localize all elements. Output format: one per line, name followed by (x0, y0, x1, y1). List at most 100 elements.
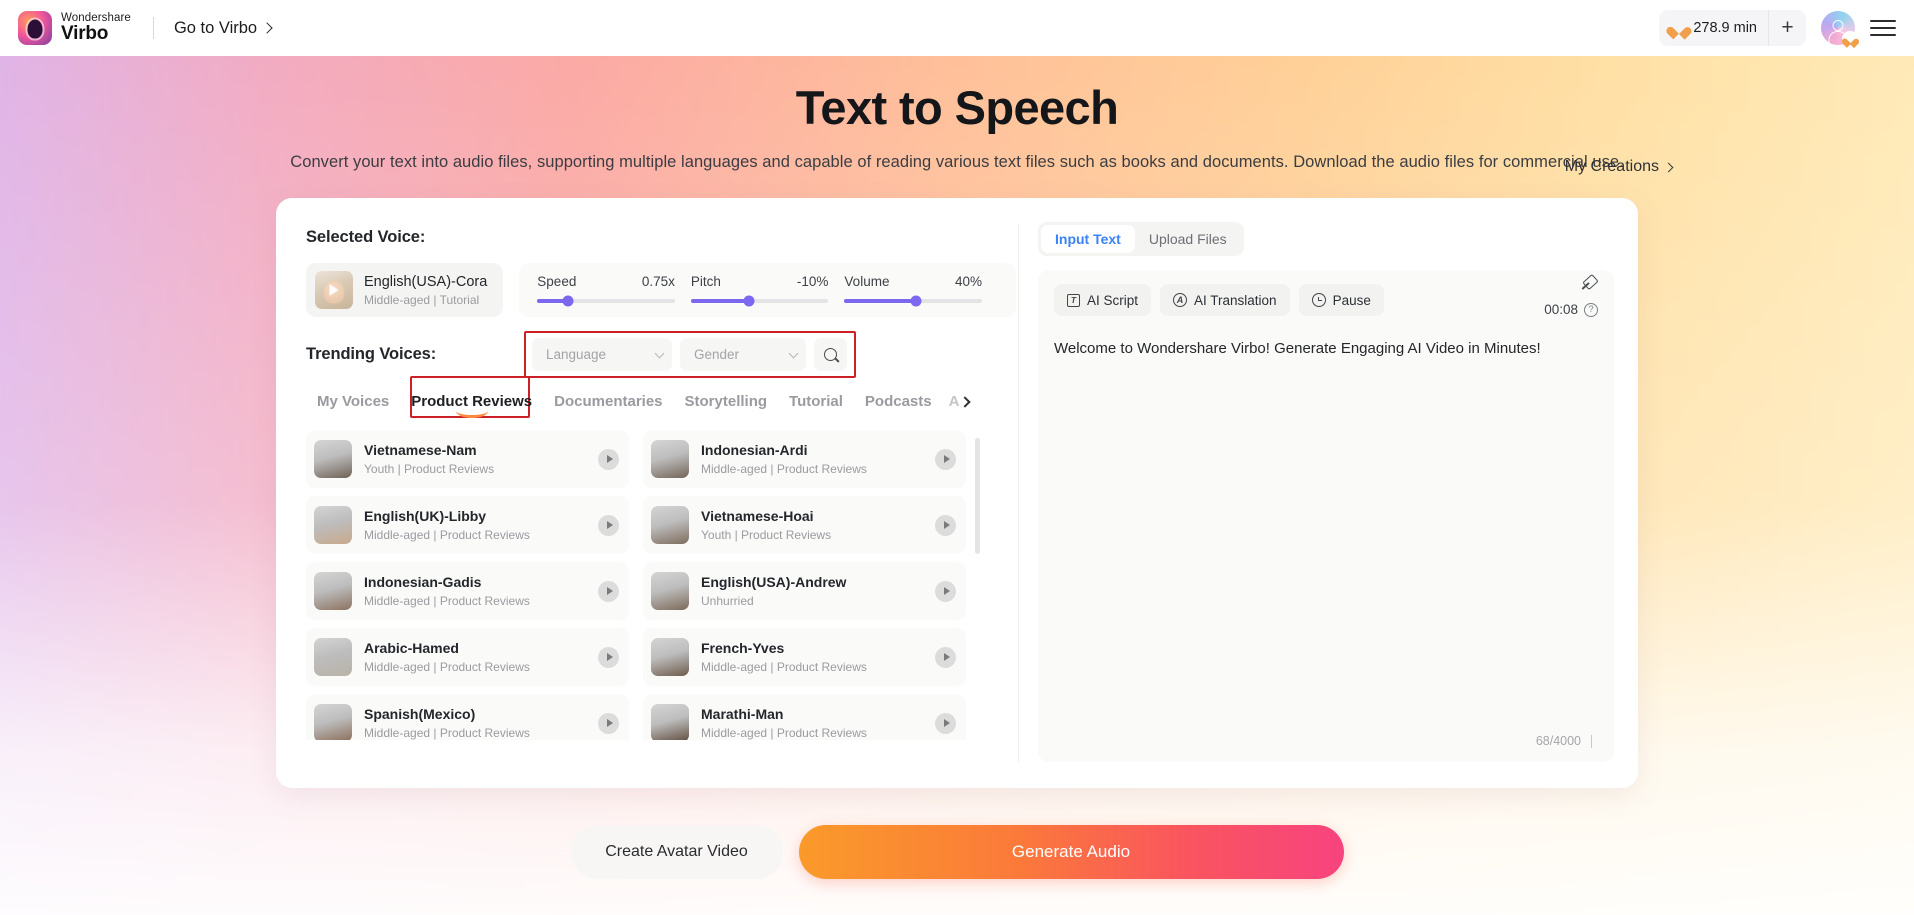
voice-grid: Vietnamese-Nam Youth | Product Reviews Ind… (306, 430, 966, 740)
voice-card[interactable]: English(UK)-Libby Middle-aged | Product R… (306, 496, 629, 554)
editor-tab-upload-files[interactable]: Upload Files (1135, 225, 1241, 253)
voice-meta: Middle-aged | Product Reviews (364, 725, 530, 740)
brand-logo-group[interactable]: Wondershare Virbo (18, 11, 131, 45)
clear-text-icon[interactable] (1578, 276, 1598, 294)
ai-script-label: AI Script (1087, 292, 1139, 308)
ai-translation-button[interactable]: A AI Translation (1160, 284, 1290, 316)
pause-label: Pause (1332, 292, 1371, 308)
tabs-next-button[interactable]: A (949, 393, 972, 418)
chevron-down-icon (788, 348, 799, 358)
slider-value: 0.75x (641, 273, 675, 289)
voice-meta: Youth | Product Reviews (364, 461, 495, 476)
voice-meta: Middle-aged | Product Reviews (701, 461, 867, 476)
selected-voice-card[interactable]: English(USA)-Cora Middle-aged | Tutorial (306, 263, 504, 317)
voice-preview-play-button[interactable] (598, 646, 619, 668)
editor-mode-tabs: Input Text Upload Files (1038, 222, 1244, 256)
editor-toolbar: T AI Script A AI Translation Pause (1054, 284, 1598, 316)
duration-row: 00:08 ? (1544, 302, 1598, 317)
scrollbar-thumb[interactable] (975, 438, 980, 554)
go-to-virbo-link[interactable]: Go to Virbo (174, 19, 273, 38)
voice-preview-play-button[interactable] (598, 580, 619, 602)
voice-card[interactable]: Arabic-Hamed Middle-aged | Product Review… (306, 628, 629, 686)
brand-text: Wondershare Virbo (61, 12, 131, 44)
selected-voice-meta: Middle-aged | Tutorial (364, 293, 480, 308)
editor-tab-input-text[interactable]: Input Text (1041, 225, 1135, 253)
voice-card-text: Indonesian-Gadis Middle-aged | Product Re… (364, 574, 598, 608)
voice-card[interactable]: French-Yves Middle-aged | Product Reviews (643, 628, 966, 686)
voice-card[interactable]: Spanish(Mexico) Middle-aged | Product Rev… (306, 694, 629, 740)
voice-card[interactable]: Vietnamese-Hoai Youth | Product Reviews (643, 496, 966, 554)
slider-label: Pitch (690, 273, 721, 289)
my-creations-link[interactable]: My Creations (1565, 158, 1674, 176)
voice-avatar (314, 638, 352, 676)
voice-card[interactable]: Vietnamese-Nam Youth | Product Reviews (306, 430, 629, 488)
voice-preview-play-button[interactable] (935, 448, 956, 470)
slider-track[interactable] (690, 295, 829, 306)
ai-script-button[interactable]: T AI Script (1054, 284, 1152, 316)
slider-track[interactable] (537, 295, 675, 306)
slider-speed[interactable]: Speed 0.75x (537, 273, 691, 306)
create-avatar-video-button[interactable]: Create Avatar Video (570, 825, 783, 879)
add-credits-button[interactable]: + (1768, 10, 1806, 46)
tab-podcasts[interactable]: Podcasts (854, 393, 943, 418)
voice-preview-play-button[interactable] (598, 448, 619, 470)
slider-fill (690, 298, 749, 303)
ai-translation-label: AI Translation (1194, 292, 1277, 308)
tab-label: Documentaries (554, 393, 663, 410)
chevron-right-icon (1663, 162, 1674, 172)
voice-filter-highlight-box: Language Gender (524, 331, 856, 378)
audio-duration: 00:08 (1544, 302, 1578, 317)
voice-card[interactable]: Marathi-Man Middle-aged | Product Reviews (643, 694, 966, 740)
text-editor[interactable]: T AI Script A AI Translation Pause 00:08… (1038, 270, 1614, 762)
voice-preview-play-button[interactable] (935, 646, 956, 668)
voice-name: Arabic-Hamed (364, 640, 459, 657)
slider-volume[interactable]: Volume 40% (844, 274, 998, 306)
heart-icon (1845, 34, 1856, 44)
voice-card[interactable]: Indonesian-Ardi Middle-aged | Product Rev… (643, 430, 966, 488)
voice-name: Vietnamese-Hoai (701, 508, 814, 525)
tab-tutorial[interactable]: Tutorial (778, 393, 854, 418)
tab-label: Storytelling (684, 393, 768, 410)
heart-icon (1671, 21, 1686, 35)
generate-audio-button[interactable]: Generate Audio (798, 825, 1344, 879)
voice-card-text: Marathi-Man Middle-aged | Product Reviews (701, 706, 935, 740)
gender-dropdown[interactable]: Gender (680, 338, 806, 371)
text-editor-pane: Input Text Upload Files T AI Script A AI … (1016, 198, 1638, 788)
top-bar: Wondershare Virbo Go to Virbo 278.9 min … (0, 0, 1914, 56)
slider-pitch[interactable]: Pitch -10% (690, 273, 845, 306)
voice-card[interactable]: English(USA)-Andrew Unhurried (643, 562, 966, 620)
slider-knob[interactable] (743, 295, 755, 306)
voice-list-scrollbar[interactable] (975, 438, 980, 724)
chevron-down-icon (654, 348, 665, 358)
voice-name: English(UK)-Libby (364, 508, 487, 525)
voice-search-button[interactable] (814, 338, 847, 371)
voice-preview-play-button[interactable] (935, 580, 956, 602)
voice-card-text: English(USA)-Andrew Unhurried (701, 574, 935, 608)
text-cursor-icon (1591, 734, 1592, 748)
hamburger-menu-button[interactable] (1870, 18, 1896, 38)
tab-my-voices[interactable]: My Voices (306, 393, 400, 418)
voice-preview-play-button[interactable] (598, 712, 619, 734)
voice-preview-play-button[interactable] (935, 712, 956, 734)
slider-knob[interactable] (910, 295, 922, 306)
voice-meta: Middle-aged | Product Reviews (364, 527, 530, 542)
user-avatar[interactable] (1821, 11, 1858, 47)
pause-button[interactable]: Pause (1298, 284, 1384, 316)
editor-text-content[interactable]: Welcome to Wondershare Virbo! Generate E… (1054, 338, 1598, 361)
slider-track[interactable] (844, 295, 982, 306)
language-dropdown[interactable]: Language (532, 338, 672, 371)
voice-preview-play-button[interactable] (935, 514, 956, 536)
voice-card[interactable]: Indonesian-Gadis Middle-aged | Product Re… (306, 562, 629, 620)
tab-storytelling[interactable]: Storytelling (674, 393, 779, 418)
voice-preview-play-button[interactable] (598, 514, 619, 536)
tab-documentaries[interactable]: Documentaries (543, 393, 673, 418)
voice-avatar (314, 440, 352, 478)
tab-label: Product Reviews (411, 393, 533, 410)
voice-name: English(USA)-Andrew (701, 574, 847, 591)
help-icon[interactable]: ? (1584, 302, 1598, 317)
menu-bar (1870, 20, 1896, 22)
voice-avatar (314, 506, 352, 544)
slider-knob[interactable] (562, 295, 574, 306)
tab-product-reviews[interactable]: Product Reviews (400, 393, 543, 418)
voice-meta: Middle-aged | Product Reviews (701, 725, 867, 740)
